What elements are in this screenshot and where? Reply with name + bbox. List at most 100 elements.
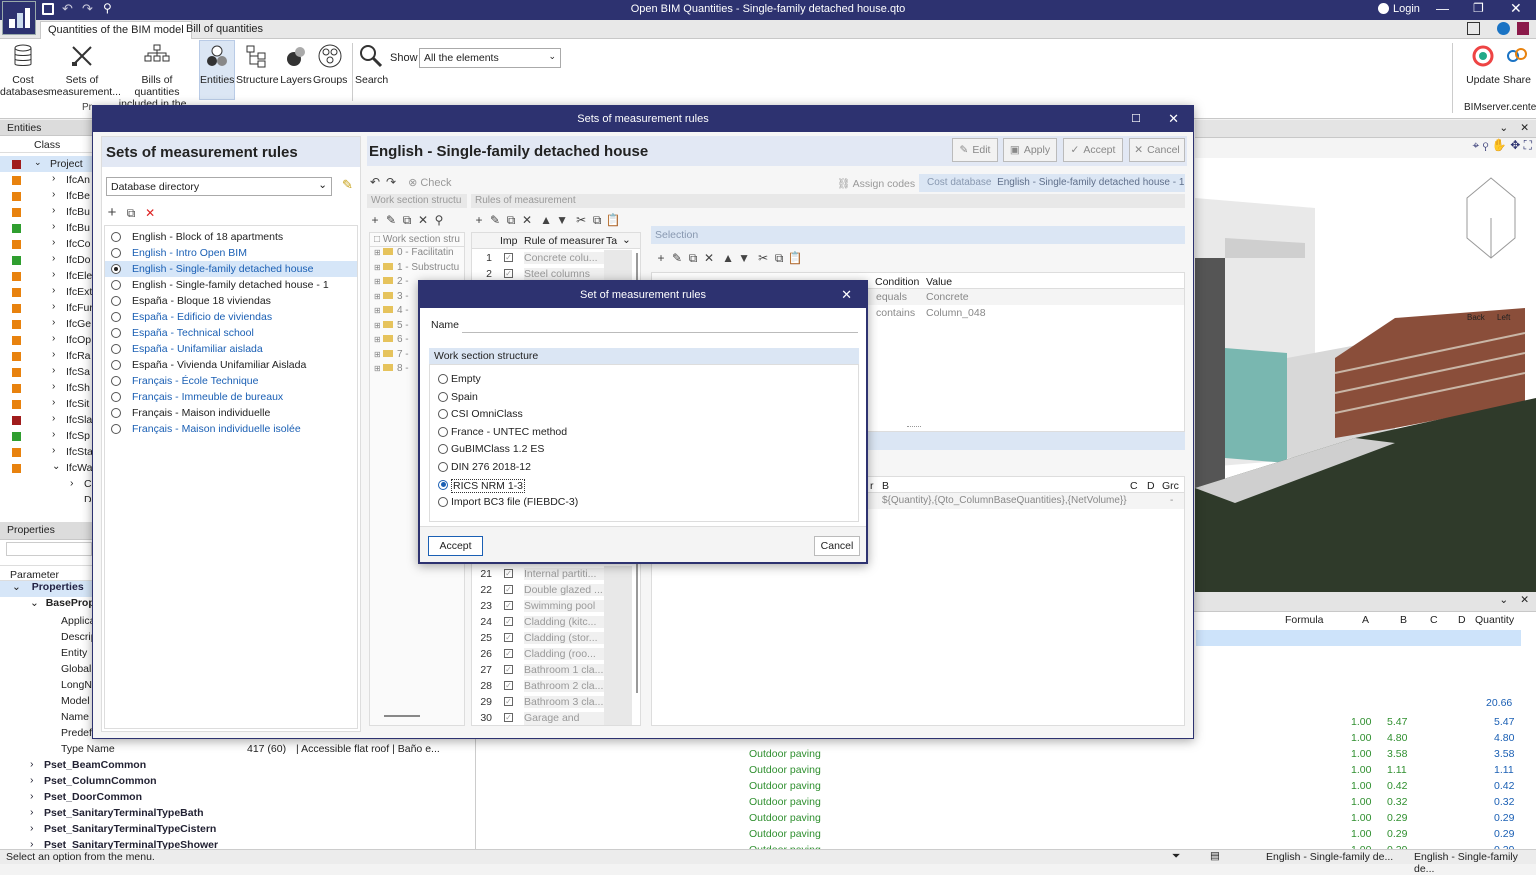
close-icon[interactable]: ✕ — [1520, 122, 1529, 134]
wss-item[interactable]: ⊞ 0 - Facilitatin — [370, 247, 464, 262]
property-row[interactable]: Applica — [0, 613, 95, 629]
entity-item[interactable]: › IfcRa — [0, 348, 93, 364]
chevron-right-icon[interactable]: › — [52, 333, 55, 344]
rule-set-item[interactable]: España - Unifamiliar aislada — [105, 341, 357, 357]
dialog-close-button[interactable]: ✕ — [841, 282, 852, 308]
check-icon[interactable]: ⊗ — [408, 177, 417, 189]
checkbox[interactable]: ✓ — [504, 649, 513, 658]
entity-subitem[interactable]: D — [0, 492, 93, 502]
close-icon[interactable]: ✕ — [1520, 594, 1529, 606]
bill-row[interactable]: Outdoor paving 1.00 1.11 1.11 — [476, 762, 1526, 778]
entity-item[interactable]: › IfcBu — [0, 220, 93, 236]
rule-set-item[interactable]: Français - Immeuble de bureaux — [105, 389, 357, 405]
cancel-button[interactable]: ✕ Cancel — [1129, 138, 1185, 162]
radio-icon[interactable] — [438, 462, 448, 472]
radio-icon[interactable] — [111, 408, 121, 418]
chevron-right-icon[interactable]: › — [52, 173, 55, 184]
chevron-right-icon[interactable]: › — [30, 774, 34, 786]
chevron-down-icon[interactable]: ⌄ — [1499, 122, 1508, 134]
radio-icon[interactable] — [111, 424, 121, 434]
entity-item[interactable]: › IfcDo — [0, 252, 93, 268]
bill-row[interactable]: Outdoor paving 1.00 3.58 3.58 — [476, 746, 1526, 762]
chevron-right-icon[interactable]: › — [52, 429, 55, 440]
expand-icon[interactable]: ⊞ — [374, 263, 383, 272]
chevron-right-icon[interactable]: › — [52, 413, 55, 424]
property-row[interactable]: LongNa — [0, 677, 98, 693]
update-button[interactable]: Update — [1466, 41, 1500, 86]
groups-button[interactable]: Groups — [313, 41, 347, 86]
restore-button[interactable]: ❐ — [1473, 1, 1484, 15]
selected-row[interactable] — [1196, 630, 1521, 646]
entity-item[interactable]: › IfcSa — [0, 364, 93, 380]
duplicate-icon[interactable]: ⧉ — [123, 205, 139, 221]
tab-bill-of-quantities[interactable]: Bill of quantities — [179, 21, 270, 39]
new-set-cancel-button[interactable]: Cancel — [814, 536, 860, 556]
entity-item[interactable]: › IfcSh — [0, 380, 93, 396]
rule-set-item[interactable]: English - Intro Open BIM — [105, 245, 357, 261]
rule-row[interactable]: 30 ✓ Garage and sto... — [472, 710, 632, 725]
entity-item[interactable]: › IfcExt — [0, 284, 93, 300]
chevron-right-icon[interactable]: › — [30, 806, 34, 818]
chevron-right-icon[interactable]: › — [30, 758, 34, 770]
bill-row[interactable]: Outdoor paving 1.00 0.32 0.32 — [476, 794, 1526, 810]
layers-button[interactable]: Layers — [280, 41, 312, 86]
fullscreen-icon[interactable]: ⛶ — [1524, 138, 1532, 152]
checkbox[interactable]: ✓ — [504, 681, 513, 690]
status-bill[interactable]: English - Single-family de... — [1266, 851, 1393, 863]
login-icon[interactable] — [1378, 3, 1389, 14]
bills-included-button[interactable]: Bills of quantities included in the... — [118, 41, 196, 110]
rule-set-item[interactable]: España - Technical school — [105, 325, 357, 341]
book-icon[interactable] — [1517, 22, 1529, 35]
checkbox[interactable]: ✓ — [504, 569, 513, 578]
radio-icon[interactable] — [111, 312, 121, 322]
radio-icon[interactable] — [438, 426, 448, 437]
chevron-right-icon[interactable]: › — [52, 205, 55, 216]
cut-icon[interactable]: ✂ — [755, 250, 771, 266]
expand-icon[interactable]: ⌄ — [34, 157, 42, 168]
duplicate-icon[interactable]: ⧉ — [399, 212, 415, 228]
tree-root[interactable]: ⌄ Project — [0, 156, 93, 172]
layout-icon[interactable] — [1467, 22, 1480, 35]
dialog-close-button[interactable]: ✕ — [1168, 106, 1179, 132]
chevron-right-icon[interactable]: › — [52, 269, 55, 280]
radio-icon[interactable] — [111, 360, 121, 370]
undo-icon[interactable]: ↶ — [367, 174, 383, 190]
chevron-right-icon[interactable]: › — [52, 285, 55, 296]
wss-scrollbar[interactable] — [384, 715, 420, 717]
cost-databases-button[interactable]: Cost databases — [0, 41, 48, 98]
entity-item[interactable]: ⌄ IfcWa — [0, 460, 93, 476]
properties-filter[interactable] — [6, 542, 92, 556]
chevron-right-icon[interactable]: › — [52, 253, 55, 264]
assign-codes[interactable]: ⛓ Assign codes — [837, 177, 915, 190]
chevron-right-icon[interactable]: › — [52, 237, 55, 248]
radio-icon[interactable] — [438, 479, 448, 490]
delete-icon[interactable]: ✕ — [142, 205, 158, 221]
rule-row[interactable]: 22 ✓ Double glazed ... — [472, 582, 632, 598]
document-icon[interactable]: ▤ — [1210, 850, 1220, 862]
radio-icon[interactable] — [438, 374, 448, 384]
move-up-icon[interactable]: ▲ — [538, 212, 554, 228]
checkbox[interactable]: ✓ — [504, 269, 513, 278]
rule-set-item[interactable]: Français - École Technique — [105, 373, 357, 389]
rule-set-item[interactable]: Français - Maison individuelle isolée — [105, 421, 357, 437]
filter-icon[interactable]: ⏷ — [1172, 850, 1180, 863]
entity-item[interactable]: › IfcOp — [0, 332, 93, 348]
chevron-right-icon[interactable]: › — [70, 477, 74, 489]
expand-icon[interactable]: ⊞ — [374, 306, 383, 315]
zoom-icon[interactable]: ⚲ — [1483, 138, 1489, 152]
chevron-down-icon[interactable]: ⌄ — [622, 234, 631, 246]
radio-icon[interactable] — [111, 392, 121, 402]
new-set-accept-button[interactable]: Accept — [428, 536, 483, 556]
app-logo[interactable] — [2, 1, 36, 35]
entity-item[interactable]: › IfcFur — [0, 300, 93, 316]
checkbox[interactable]: ✓ — [504, 585, 513, 594]
move-down-icon[interactable]: ▼ — [554, 212, 570, 228]
checkbox[interactable]: ✓ — [504, 601, 513, 610]
chevron-right-icon[interactable]: › — [30, 790, 34, 802]
radio-icon[interactable] — [111, 376, 121, 386]
move-down-icon[interactable]: ▼ — [736, 250, 752, 266]
copy-icon[interactable]: ⧉ — [589, 212, 605, 228]
property-row[interactable]: Predefi — [0, 725, 94, 741]
splitter[interactable] — [907, 426, 921, 428]
chevron-right-icon[interactable]: › — [52, 189, 55, 200]
